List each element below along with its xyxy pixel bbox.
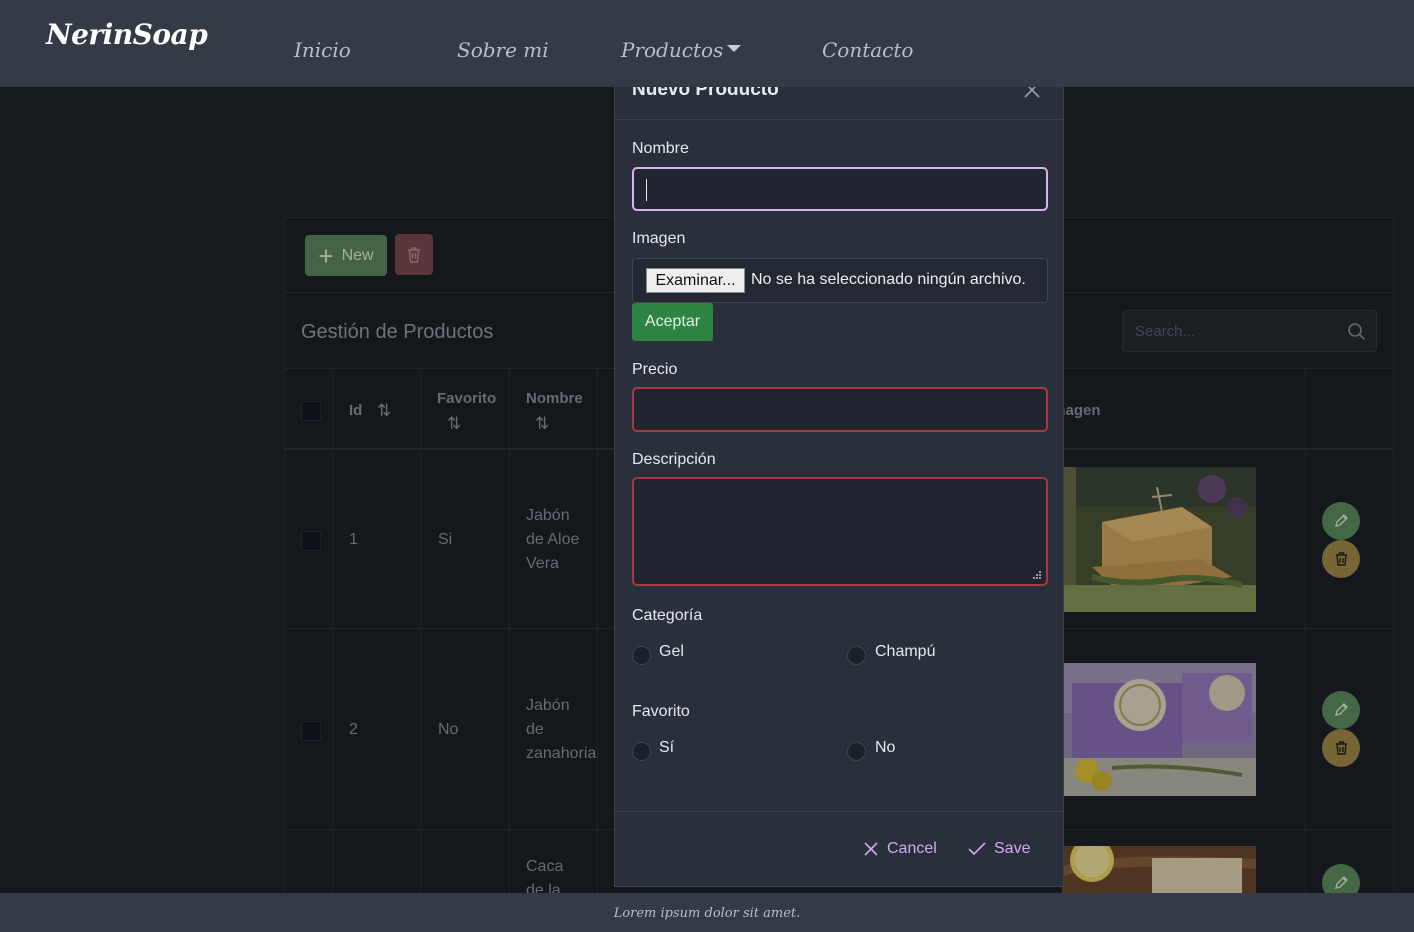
nav-item-contacto[interactable]: Contacto	[822, 38, 913, 62]
nombre-input[interactable]	[632, 167, 1048, 211]
save-button[interactable]: Save	[968, 840, 1030, 858]
favorito-option-no[interactable]: No	[875, 739, 895, 757]
descripcion-label: Descripción	[632, 451, 716, 468]
precio-label: Precio	[632, 361, 678, 378]
close-icon	[864, 842, 878, 856]
nav-item-inicio[interactable]: Inicio	[294, 38, 351, 62]
categoria-radio-gel[interactable]	[632, 646, 651, 665]
favorito-radio-no[interactable]	[847, 742, 866, 761]
precio-input[interactable]	[632, 387, 1048, 432]
favorito-label: Favorito	[632, 703, 690, 720]
chevron-down-icon[interactable]	[727, 45, 741, 52]
aceptar-button[interactable]: Aceptar	[632, 303, 713, 341]
nav-item-productos[interactable]: Productos	[621, 38, 723, 62]
footer: Lorem ipsum dolor sit amet.	[0, 893, 1414, 932]
navbar: NerinSoap Inicio Sobre mi Productos Cont…	[0, 0, 1414, 87]
categoria-option-champu[interactable]: Champú	[875, 643, 935, 661]
categoria-label: Categoría	[632, 607, 703, 624]
brand-logo[interactable]: NerinSoap	[46, 18, 208, 51]
text-cursor	[646, 179, 647, 201]
favorito-option-si[interactable]: Sí	[659, 739, 674, 757]
cancel-button[interactable]: Cancel	[863, 840, 937, 858]
file-status: No se ha seleccionado ningún archivo.	[751, 271, 1026, 288]
nombre-label: Nombre	[632, 140, 689, 157]
resize-handle-icon[interactable]	[1033, 571, 1041, 579]
new-product-dialog: Nuevo Producto Nombre Imagen Examinar...…	[614, 60, 1064, 887]
divider	[615, 811, 1063, 812]
browse-button[interactable]: Examinar...	[646, 268, 745, 293]
categoria-option-gel[interactable]: Gel	[659, 643, 684, 661]
check-icon	[968, 842, 986, 856]
descripcion-textarea[interactable]	[632, 477, 1048, 586]
categoria-radio-champu[interactable]	[847, 646, 866, 665]
save-label: Save	[994, 840, 1031, 857]
favorito-radio-si[interactable]	[632, 742, 651, 761]
footer-text: Lorem ipsum dolor sit amet.	[613, 906, 801, 921]
imagen-label: Imagen	[632, 230, 686, 247]
divider	[615, 119, 1063, 120]
nav-item-sobre-mi[interactable]: Sobre mi	[457, 38, 549, 62]
image-file-input[interactable]: Examinar... No se ha seleccionado ningún…	[632, 258, 1048, 303]
cancel-label: Cancel	[887, 840, 937, 857]
